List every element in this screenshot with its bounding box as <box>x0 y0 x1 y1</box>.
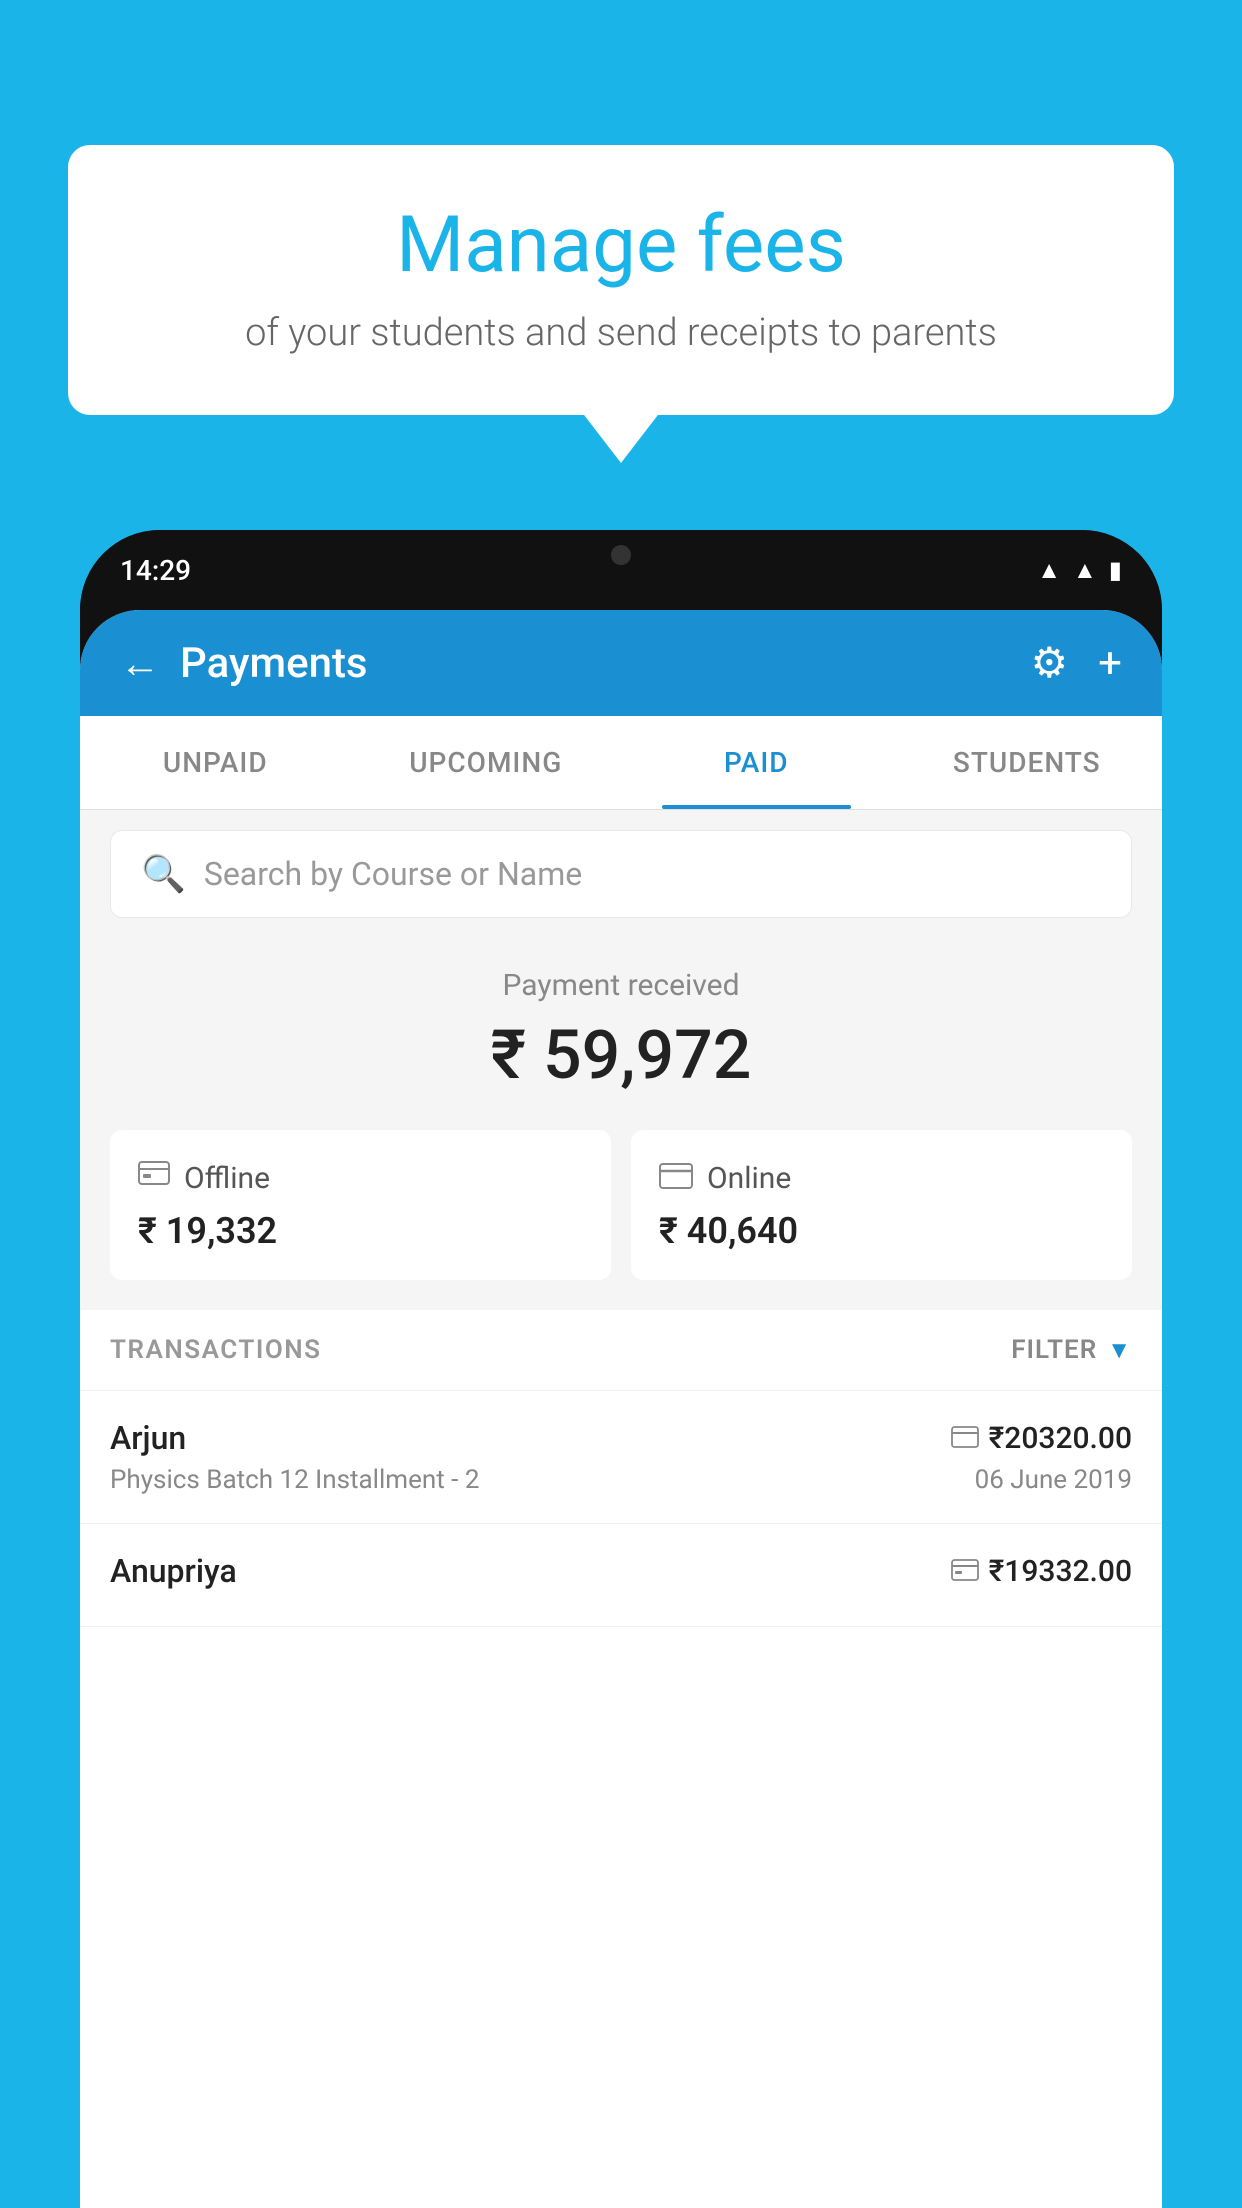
online-icon <box>659 1158 693 1198</box>
online-label: Online <box>707 1161 791 1196</box>
filter-button[interactable]: FILTER ▼ <box>1011 1335 1132 1365</box>
transaction-amount-wrap: ₹19332.00 <box>951 1554 1132 1589</box>
search-placeholder-text: Search by Course or Name <box>204 855 582 893</box>
search-bar[interactable]: 🔍 Search by Course or Name <box>110 830 1132 918</box>
filter-icon: ▼ <box>1107 1336 1132 1365</box>
payment-summary: Payment received ₹ 59,972 <box>80 938 1162 1130</box>
status-icons: ▲ ▲ ▮ <box>1037 556 1122 585</box>
transactions-header: TRANSACTIONS FILTER ▼ <box>80 1310 1162 1391</box>
battery-icon: ▮ <box>1109 556 1122 584</box>
camera-dot <box>611 545 631 565</box>
offline-icon <box>138 1158 170 1198</box>
bubble-subtext: of your students and send receipts to pa… <box>128 311 1114 355</box>
offline-amount: ₹ 19,332 <box>138 1210 583 1252</box>
transaction-name: Arjun <box>110 1419 186 1457</box>
transaction-amount: ₹19332.00 <box>989 1554 1132 1589</box>
transaction-top-row: Anupriya ₹19332.00 <box>110 1552 1132 1590</box>
add-icon[interactable]: + <box>1098 639 1122 688</box>
app-header: ← Payments ⚙ + <box>80 610 1162 716</box>
speech-bubble-container: Manage fees of your students and send re… <box>68 145 1174 415</box>
tab-students[interactable]: STUDENTS <box>892 716 1163 809</box>
notch <box>561 530 681 580</box>
header-left: ← Payments <box>120 639 368 688</box>
tab-unpaid[interactable]: UNPAID <box>80 716 351 809</box>
payment-type-icon <box>951 1422 979 1455</box>
card-top: Offline <box>138 1158 583 1198</box>
table-row[interactable]: Arjun ₹20320.00 Physics Batch 12 Install… <box>80 1391 1162 1524</box>
tab-upcoming[interactable]: UPCOMING <box>351 716 622 809</box>
search-icon: 🔍 <box>141 853 186 895</box>
header-right: ⚙ + <box>1031 638 1123 688</box>
transaction-bottom-row: Physics Batch 12 Installment - 2 06 June… <box>110 1465 1132 1495</box>
status-time: 14:29 <box>120 554 191 587</box>
table-row[interactable]: Anupriya ₹19332.00 <box>80 1524 1162 1627</box>
app-content: ← Payments ⚙ + UNPAID UPCOMING PAID STUD… <box>80 610 1162 2208</box>
bubble-heading: Manage fees <box>128 200 1114 291</box>
offline-payment-card: Offline ₹ 19,332 <box>110 1130 611 1280</box>
offline-label: Offline <box>184 1161 270 1196</box>
settings-icon[interactable]: ⚙ <box>1031 638 1069 688</box>
transaction-name: Anupriya <box>110 1552 237 1590</box>
transactions-label: TRANSACTIONS <box>110 1335 322 1365</box>
transaction-date: 06 June 2019 <box>975 1465 1132 1495</box>
online-amount: ₹ 40,640 <box>659 1210 1104 1252</box>
phone-frame: 14:29 ▲ ▲ ▮ ← Payments ⚙ + UNPAID <box>80 530 1162 2208</box>
search-container: 🔍 Search by Course or Name <box>80 810 1162 938</box>
status-bar-area: 14:29 ▲ ▲ ▮ <box>80 530 1162 610</box>
transaction-top-row: Arjun ₹20320.00 <box>110 1419 1132 1457</box>
transaction-detail: Physics Batch 12 Installment - 2 <box>110 1465 479 1495</box>
tabs-container: UNPAID UPCOMING PAID STUDENTS <box>80 716 1162 810</box>
transaction-amount: ₹20320.00 <box>989 1421 1132 1456</box>
payment-type-icon <box>951 1555 979 1588</box>
payment-total-amount: ₹ 59,972 <box>120 1015 1122 1095</box>
online-payment-card: Online ₹ 40,640 <box>631 1130 1132 1280</box>
card-top: Online <box>659 1158 1104 1198</box>
filter-label: FILTER <box>1011 1335 1097 1365</box>
page-title: Payments <box>180 639 368 688</box>
wifi-icon: ▲ <box>1037 556 1061 585</box>
tab-paid[interactable]: PAID <box>621 716 892 809</box>
transaction-amount-wrap: ₹20320.00 <box>951 1421 1132 1456</box>
payment-received-label: Payment received <box>120 968 1122 1003</box>
signal-icon: ▲ <box>1073 556 1097 585</box>
speech-bubble: Manage fees of your students and send re… <box>68 145 1174 415</box>
back-button[interactable]: ← <box>120 640 160 687</box>
payment-cards: Offline ₹ 19,332 Online ₹ 40,640 <box>80 1130 1162 1310</box>
